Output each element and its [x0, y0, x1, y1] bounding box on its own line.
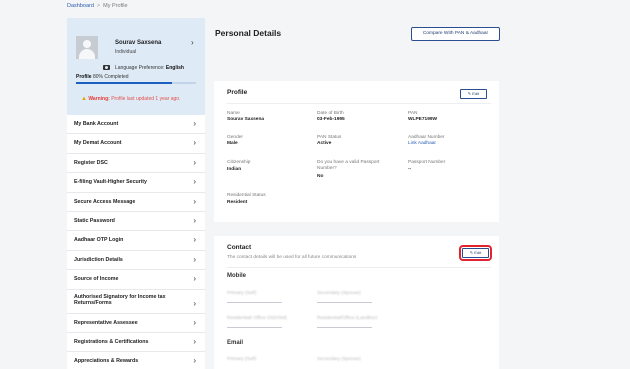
profile-edit-button[interactable]: ✎ Edit: [460, 89, 487, 99]
divider: [227, 267, 491, 268]
citizenship-value: Indian: [227, 167, 242, 172]
chevron-right-icon: ›: [193, 317, 196, 327]
sidebar-item-register-dsc[interactable]: Register DSC ›: [67, 153, 205, 174]
chevron-right-icon: ›: [193, 235, 196, 245]
divider: [227, 103, 491, 104]
sidebar-item-bank-account[interactable]: My Bank Account ›: [67, 115, 205, 135]
avatar: [76, 36, 98, 59]
gender-value: Male: [227, 141, 238, 146]
pan-status-value: Active: [317, 141, 332, 146]
chevron-right-icon: ›: [193, 215, 196, 225]
chevron-right-icon: ›: [193, 177, 196, 187]
residential-status-label: Residential Status: [227, 193, 266, 198]
chevron-right-icon: ›: [193, 196, 196, 206]
dob-value: 03-Feb-1995: [317, 117, 345, 122]
mobile-primary-label: Primary (Self): [227, 291, 257, 296]
sidebar-item-demat-account[interactable]: My Demat Account ›: [67, 134, 205, 154]
contact-edit-button[interactable]: ✎ Edit: [459, 245, 492, 261]
landline-std-underline: [227, 327, 282, 328]
mobile-secondary-label: Secondary (Spouse): [317, 291, 361, 296]
landline-std-label: Residential/ Office (ISD/Std): [227, 316, 287, 321]
sidebar-menu: My Bank Account › My Demat Account › Regis…: [67, 115, 205, 369]
profile-name: Sourav Saxsena: [115, 40, 162, 46]
sidebar-item-registrations-certifications[interactable]: Registrations & Certifications ›: [67, 332, 205, 353]
breadcrumb-dashboard-link[interactable]: Dashboard: [67, 3, 94, 9]
breadcrumb: Dashboard > My Profile: [67, 3, 128, 9]
warning-icon: ▲: [81, 96, 87, 102]
mobile-primary-underline: [227, 302, 282, 303]
camera-icon[interactable]: [103, 65, 110, 70]
passport-number-value: --: [408, 167, 412, 172]
sidebar-item-aadhaar-otp-login[interactable]: Aadhaar OTP Login ›: [67, 231, 205, 251]
language-preference: Language Preference: English: [115, 65, 184, 71]
page-title: Personal Details: [215, 28, 282, 38]
citizenship-label: Citizenship: [227, 160, 251, 165]
contact-section-title: Contact: [227, 244, 252, 251]
passport-question-label: Do you have a valid Passport Number?: [317, 160, 380, 171]
contact-section: Contact The contact details will be used…: [214, 236, 499, 369]
profile-progress-fill: [76, 82, 172, 84]
chevron-right-icon[interactable]: ›: [191, 38, 194, 47]
sidebar-item-jurisdiction-details[interactable]: Jurisdiction Details ›: [67, 250, 205, 271]
sidebar-item-appreciations-rewards[interactable]: Appreciations & Rewards ›: [67, 352, 205, 369]
profile-summary-card[interactable]: Sourav Saxsena Individual › Language Pre…: [67, 18, 205, 115]
profile-progress-bar: [76, 82, 196, 84]
name-value: Sourav Saxsena: [227, 117, 265, 122]
landline-number-label: Residential/Office (Landline): [317, 316, 378, 321]
passport-number-label: Passport Number: [408, 160, 446, 165]
chevron-right-icon: ›: [193, 298, 196, 308]
sidebar-item-representative-assessee[interactable]: Representative Assessee ›: [67, 313, 205, 333]
chevron-right-icon: ›: [193, 336, 196, 346]
residential-status-value: Resident: [227, 200, 248, 205]
chevron-right-icon: ›: [193, 254, 196, 264]
mobile-section-title: Mobile: [227, 273, 246, 279]
chevron-right-icon: ›: [193, 356, 196, 366]
chevron-right-icon: ›: [193, 138, 196, 148]
profile-type: Individual: [115, 49, 137, 55]
link-aadhaar-link[interactable]: Link Aadhaar: [408, 141, 436, 146]
email-secondary-label: Secondary (Spouse): [317, 357, 361, 362]
breadcrumb-current: My Profile: [103, 3, 128, 9]
email-primary-label: Primary (Self): [227, 357, 257, 362]
sidebar-item-efiling-vault[interactable]: E-filing Vault-Higher Security ›: [67, 173, 205, 193]
profile-warning: ▲ Warning: Profile last updated 1 year a…: [81, 96, 181, 102]
passport-question-value: No: [317, 174, 324, 179]
contact-subtitle: The contact details will be used for all…: [227, 255, 357, 260]
sidebar: Sourav Saxsena Individual › Language Pre…: [67, 18, 205, 369]
sidebar-item-secure-access-message[interactable]: Secure Access Message ›: [67, 192, 205, 212]
main-content: Personal Details Compare With PAN & Aadh…: [214, 0, 504, 369]
sidebar-item-source-of-income[interactable]: Source of Income ›: [67, 270, 205, 290]
landline-number-underline: [317, 327, 372, 328]
pencil-icon: ✎: [467, 91, 472, 96]
profile-section: Profile ✎ Edit Name Sourav Saxsena Date …: [214, 81, 499, 222]
profile-section-title: Profile: [227, 89, 248, 96]
chevron-right-icon: ›: [193, 157, 196, 167]
pan-value: WLPE7199W: [408, 117, 438, 122]
email-section-title: Email: [227, 340, 244, 346]
chevron-right-icon: ›: [193, 119, 196, 128]
sidebar-item-static-password[interactable]: Static Password ›: [67, 211, 205, 232]
breadcrumb-separator: >: [96, 3, 101, 9]
pencil-icon: ✎: [469, 250, 474, 255]
profile-completion: Profile 80% Completed: [76, 74, 129, 80]
chevron-right-icon: ›: [193, 274, 196, 284]
mobile-secondary-underline: [317, 302, 372, 303]
sidebar-item-authorised-signatory[interactable]: Authorised Signatory for Income tax Retu…: [67, 289, 205, 314]
compare-pan-aadhaar-button[interactable]: Compare With PAN & Aadhaar: [411, 27, 500, 41]
